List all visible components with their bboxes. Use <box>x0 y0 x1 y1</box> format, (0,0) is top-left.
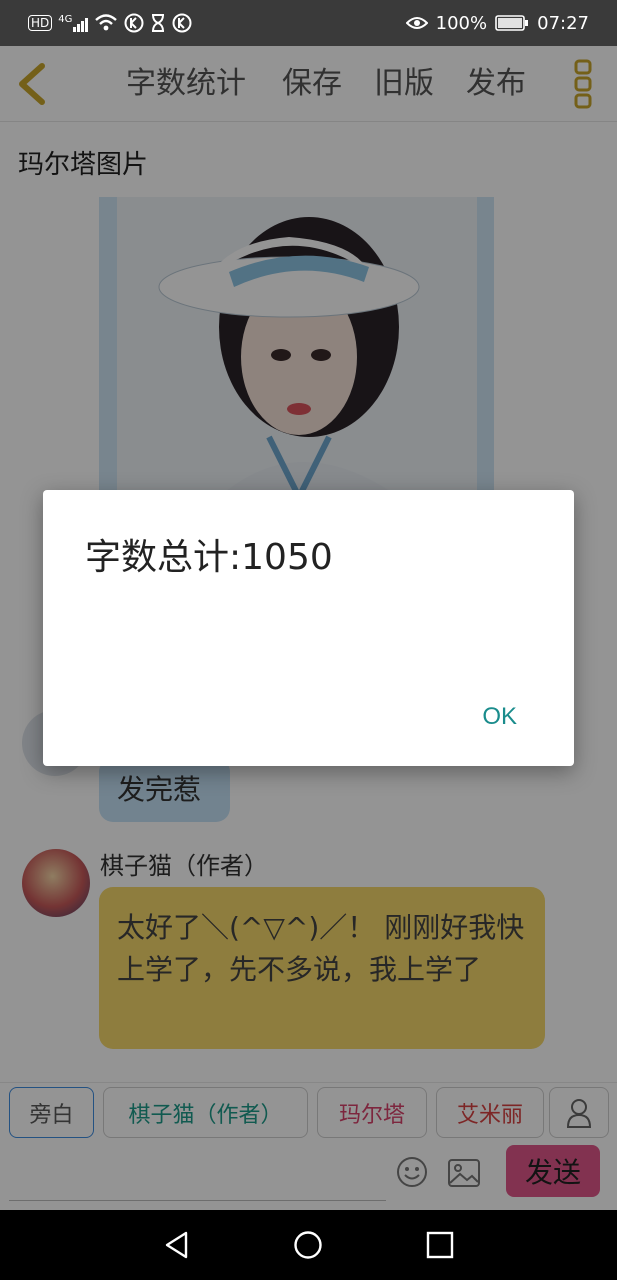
word-count-dialog: 字数总计:1050 OK <box>43 490 574 766</box>
nav-recents-icon[interactable] <box>425 1230 455 1260</box>
battery-percent: 100% <box>435 12 488 34</box>
network-label: 4G <box>58 14 73 25</box>
status-right: 100% 07:27 <box>405 12 589 34</box>
nav-home-icon[interactable] <box>293 1230 323 1260</box>
status-bar: HD 4G 100% 07:27 <box>0 0 617 46</box>
signal-4g-icon: 4G <box>58 14 89 32</box>
dialog-message: 字数总计:1050 <box>85 537 333 578</box>
hourglass-icon <box>152 14 165 32</box>
system-nav-bar <box>0 1210 617 1280</box>
k-app-icon <box>172 13 192 33</box>
clock: 07:27 <box>537 12 589 34</box>
hd-icon: HD <box>28 15 53 31</box>
status-left: HD 4G <box>28 12 192 34</box>
wifi-icon <box>95 14 118 31</box>
nav-back-icon[interactable] <box>162 1230 192 1260</box>
battery-icon <box>495 15 529 31</box>
k-app-icon <box>124 13 144 33</box>
eye-comfort-icon <box>405 17 428 29</box>
ok-button[interactable]: OK <box>482 703 517 731</box>
